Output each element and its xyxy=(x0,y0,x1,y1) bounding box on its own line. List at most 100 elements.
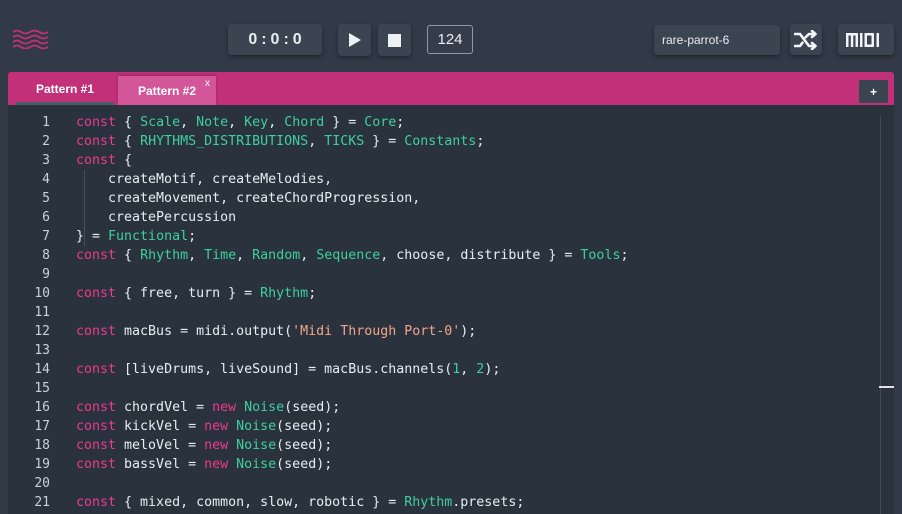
line-number: 6 xyxy=(42,210,50,225)
play-button[interactable] xyxy=(338,24,371,56)
code-token: , xyxy=(188,248,205,263)
line-number: 1 xyxy=(42,115,50,130)
keyword-token: const xyxy=(76,286,117,301)
code-token: { xyxy=(116,153,133,168)
code-line[interactable] xyxy=(76,474,628,493)
vertical-scrollbar[interactable] xyxy=(880,115,881,514)
identifier-token: Noise xyxy=(244,400,285,415)
code-line[interactable]: createPercussion xyxy=(76,208,628,227)
code-line[interactable]: const { free, turn } = Rhythm; xyxy=(76,284,628,303)
code-token: ; xyxy=(188,229,197,244)
code-content[interactable]: const { Scale, Note, Key, Chord } = Core… xyxy=(76,113,628,512)
code-token: , xyxy=(268,115,285,130)
code-token: , xyxy=(460,362,477,377)
code-line[interactable]: const [liveDrums, liveSound] = macBus.ch… xyxy=(76,360,628,379)
tab-pattern-2[interactable]: Pattern #2 x xyxy=(118,76,216,105)
code-token: ; xyxy=(476,134,485,149)
keyword-token: const xyxy=(76,438,117,453)
line-number: 5 xyxy=(42,191,50,206)
line-number: 11 xyxy=(34,305,50,320)
code-token: , xyxy=(308,134,325,149)
code-token: , xyxy=(236,248,253,263)
stop-button[interactable] xyxy=(378,24,411,56)
seed-input[interactable] xyxy=(654,25,780,55)
keyword-token: const xyxy=(76,495,117,510)
identifier-token: Functional xyxy=(108,229,189,244)
code-token: } = xyxy=(364,134,405,149)
code-line[interactable]: const { mixed, common, slow, robotic } =… xyxy=(76,493,628,512)
keyword-token: const xyxy=(76,324,117,339)
code-token: [liveDrums, liveSound] = macBus.channels… xyxy=(116,362,453,377)
code-token: bassVel = xyxy=(116,457,205,472)
scrollbar-thumb[interactable] xyxy=(879,386,894,388)
bpm-input[interactable] xyxy=(427,25,473,54)
code-line[interactable] xyxy=(76,303,628,322)
code-token: ; xyxy=(620,248,629,263)
code-token: , choose, distribute } = xyxy=(380,248,581,263)
pattern-tab-bar: Pattern #1 Pattern #2 x + xyxy=(8,72,894,105)
code-line[interactable]: const chordVel = new Noise(seed); xyxy=(76,398,628,417)
identifier-token: Tools xyxy=(580,248,621,263)
code-token: createMovement, createChordProgression, xyxy=(76,191,421,206)
add-tab-button[interactable]: + xyxy=(859,80,888,103)
time-display: 0 : 0 : 0 xyxy=(228,24,322,55)
code-token: , xyxy=(180,115,197,130)
identifier-token: Time xyxy=(204,248,237,263)
code-line[interactable]: const { Scale, Note, Key, Chord } = Core… xyxy=(76,113,628,132)
time-separator: : xyxy=(261,30,267,48)
code-line[interactable]: createMotif, createMelodies, xyxy=(76,170,628,189)
keyword-token: const xyxy=(76,400,117,415)
line-number: 9 xyxy=(42,267,50,282)
identifier-token: Noise xyxy=(236,457,277,472)
line-number: 20 xyxy=(34,476,50,491)
time-ticks: 0 xyxy=(292,30,302,48)
close-tab-button[interactable]: x xyxy=(205,78,210,89)
code-token: chordVel = xyxy=(116,400,213,415)
identifier-token: Scale xyxy=(140,115,181,130)
toolbar: 0 : 0 : 0 xyxy=(0,0,902,72)
code-line[interactable]: const macBus = midi.output('Midi Through… xyxy=(76,322,628,341)
code-line[interactable] xyxy=(76,265,628,284)
code-token: ; xyxy=(308,286,317,301)
line-number: 19 xyxy=(34,457,50,472)
keyword-token: new xyxy=(204,419,229,434)
keyword-token: const xyxy=(76,115,117,130)
code-line[interactable]: const meloVel = new Noise(seed); xyxy=(76,436,628,455)
line-number: 3 xyxy=(42,153,50,168)
code-line[interactable]: } = Functional; xyxy=(76,227,628,246)
code-token: , xyxy=(228,115,245,130)
midi-button[interactable] xyxy=(838,24,894,55)
code-line[interactable]: const { RHYTHMS_DISTRIBUTIONS, TICKS } =… xyxy=(76,132,628,151)
code-token: { free, turn } = xyxy=(116,286,261,301)
line-number: 8 xyxy=(42,248,50,263)
shuffle-button[interactable] xyxy=(790,24,822,55)
line-number: 2 xyxy=(42,134,50,149)
identifier-token: Noise xyxy=(236,438,277,453)
line-number: 4 xyxy=(42,172,50,187)
string-token: 'Midi Through Port-0' xyxy=(292,324,461,339)
code-token: meloVel = xyxy=(116,438,205,453)
code-line[interactable] xyxy=(76,379,628,398)
keyword-token: new xyxy=(204,438,229,453)
code-token: createMotif, createMelodies, xyxy=(76,172,333,187)
code-line[interactable]: const bassVel = new Noise(seed); xyxy=(76,455,628,474)
code-token: } = xyxy=(324,115,365,130)
keyword-token: new xyxy=(212,400,237,415)
tab-pattern-1[interactable]: Pattern #1 xyxy=(16,76,114,105)
identifier-token: TICKS xyxy=(324,134,365,149)
time-separator: : xyxy=(283,30,289,48)
code-line[interactable]: createMovement, createChordProgression, xyxy=(76,189,628,208)
code-token: createPercussion xyxy=(76,210,237,225)
identifier-token: Key xyxy=(244,115,269,130)
code-line[interactable]: const { Rhythm, Time, Random, Sequence, … xyxy=(76,246,628,265)
code-token: { xyxy=(116,134,141,149)
time-beats: 0 xyxy=(270,30,280,48)
code-editor[interactable]: 1 2 3 4 5 6 7 8 9 10 11 12 13 14 15 16 17 18 19 20 21 const … xyxy=(8,105,894,514)
code-line[interactable]: const kickVel = new Noise(seed); xyxy=(76,417,628,436)
code-line[interactable]: const { xyxy=(76,151,628,170)
code-line[interactable] xyxy=(76,341,628,360)
